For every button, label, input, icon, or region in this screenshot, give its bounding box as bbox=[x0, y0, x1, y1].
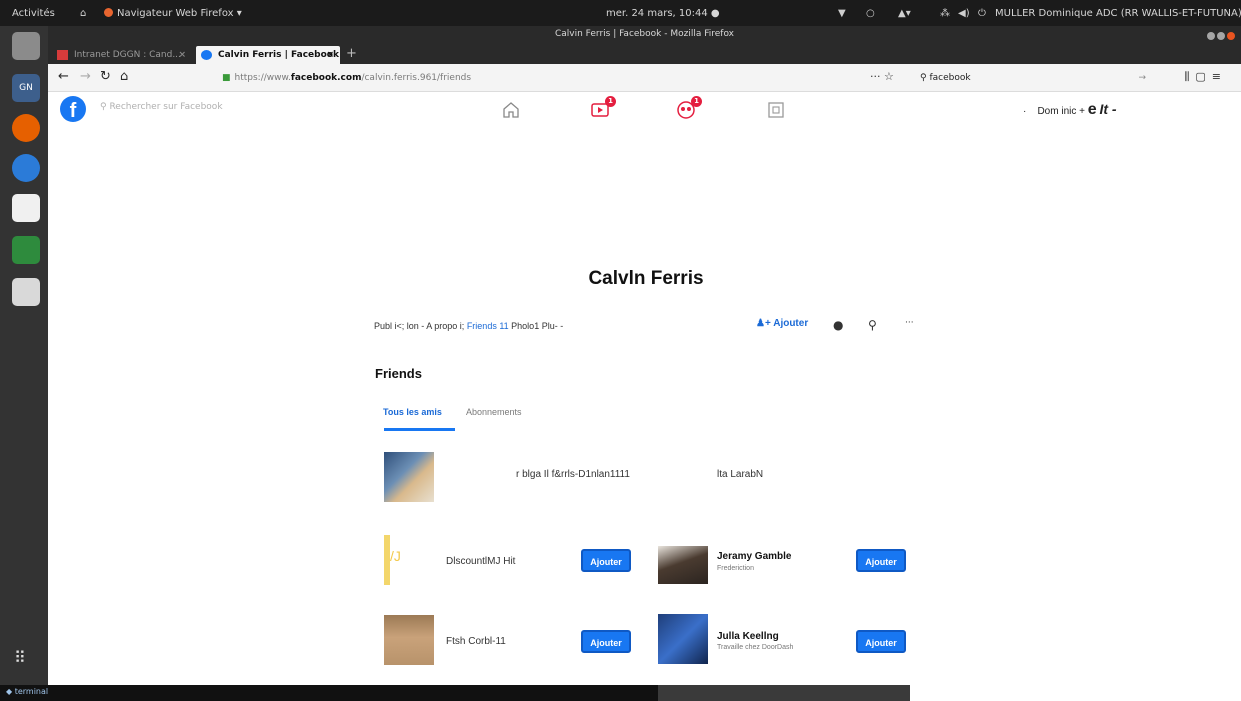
camera-icon[interactable] bbox=[12, 278, 40, 306]
tab-following[interactable]: Abonnements bbox=[466, 407, 522, 417]
calc-icon[interactable] bbox=[12, 236, 40, 264]
friend-name[interactable]: Julla Keellng bbox=[717, 631, 779, 642]
reload-button[interactable]: ↻ bbox=[100, 69, 111, 84]
add-friend-button[interactable]: Ajouter bbox=[856, 630, 906, 653]
writer-icon[interactable] bbox=[12, 194, 40, 222]
friend-name[interactable]: Ftsh Corbl-11 bbox=[446, 636, 506, 647]
more-options-button[interactable]: ··· bbox=[905, 318, 914, 328]
minimize-button[interactable] bbox=[1207, 32, 1215, 40]
facebook-favicon-icon bbox=[201, 50, 212, 60]
activities-button[interactable]: Activités bbox=[12, 8, 55, 19]
ubuntu-dock: GN ⠿ bbox=[0, 26, 48, 685]
friend-name[interactable]: Jeramy Gamble bbox=[717, 551, 792, 562]
toolbar-icons[interactable]: ⫼▢≡ bbox=[1184, 70, 1227, 84]
add-user-icon: ♟+ bbox=[756, 318, 774, 329]
messenger-icon[interactable]: ● bbox=[833, 318, 843, 332]
app-menu[interactable]: Navigateur Web Firefox ▾ bbox=[104, 8, 242, 19]
notification-badge: 1 bbox=[691, 96, 702, 107]
add-friend-button[interactable]: ♟+ Ajouter bbox=[756, 318, 808, 329]
clock[interactable]: mer. 24 mars, 10:44 ● bbox=[606, 8, 720, 19]
network-icon[interactable]: ⁂ bbox=[940, 8, 950, 19]
gnome-top-bar: Activités ⌂ Navigateur Web Firefox ▾ mer… bbox=[0, 0, 1241, 26]
taskbar-item[interactable]: ◆ terminal bbox=[6, 687, 48, 696]
terminal-icon: ◆ bbox=[6, 687, 15, 696]
friend-subtitle: Frederiction bbox=[717, 565, 754, 572]
maximize-button[interactable] bbox=[1217, 32, 1225, 40]
profile-search-icon[interactable]: ⚲ bbox=[868, 318, 877, 332]
profile-name: Calvln Ferris bbox=[588, 268, 704, 289]
window-titlebar[interactable]: Calvin Ferris | Facebook - Mozilla Firef… bbox=[48, 26, 1241, 44]
friend-avatar[interactable] bbox=[384, 615, 434, 665]
friend-subtitle: Travaille chez DoorDash bbox=[717, 644, 794, 651]
volume-icon[interactable]: ◀) bbox=[958, 8, 970, 19]
firefox-icon bbox=[104, 8, 113, 17]
friend-avatar[interactable] bbox=[384, 452, 434, 502]
url-bar[interactable]: ■ https://www.facebook.com/calvin.ferris.… bbox=[222, 69, 882, 87]
forward-button[interactable]: → bbox=[80, 69, 91, 84]
active-tab-indicator bbox=[384, 428, 455, 431]
friend-avatar[interactable] bbox=[658, 546, 708, 584]
taskbar-panel bbox=[658, 685, 910, 701]
close-tab-icon[interactable]: × bbox=[178, 46, 186, 64]
tab-facebook[interactable]: Calvin Ferris | Facebook × bbox=[196, 46, 340, 64]
facebook-logo-icon[interactable]: f bbox=[60, 96, 86, 122]
video-icon[interactable]: 1 bbox=[590, 96, 616, 120]
drive-icon[interactable]: ▲▾ bbox=[898, 8, 911, 19]
friend-avatar[interactable] bbox=[658, 614, 708, 664]
home-icon[interactable] bbox=[501, 100, 521, 120]
tab-intranet[interactable]: Intranet DGGN : Cand... × bbox=[52, 46, 192, 64]
add-friend-button[interactable]: Ajouter bbox=[581, 549, 631, 572]
account-menu[interactable]: · Dom inic + e It - bbox=[1023, 101, 1117, 119]
intranet-app-icon[interactable] bbox=[12, 32, 40, 60]
notification-badge: 1 bbox=[605, 96, 616, 107]
close-tab-icon[interactable]: × bbox=[326, 46, 334, 64]
friend-name[interactable]: r blga Il f&rrls-D1nlan1111 bbox=[516, 469, 630, 480]
close-window-button[interactable] bbox=[1227, 32, 1235, 40]
add-friend-button[interactable]: Ajouter bbox=[856, 549, 906, 572]
home-icon[interactable]: ⌂ bbox=[80, 8, 86, 19]
gaming-icon[interactable] bbox=[766, 100, 786, 120]
thunderbird-icon[interactable] bbox=[12, 154, 40, 182]
circle-icon[interactable]: ○ bbox=[866, 8, 875, 19]
intranet-favicon-icon bbox=[57, 50, 68, 60]
show-apps-icon[interactable]: ⠿ bbox=[14, 648, 26, 667]
groups-icon[interactable]: 1 bbox=[676, 96, 702, 120]
taskbar-strip: ◆ terminal bbox=[0, 685, 910, 701]
add-friend-button[interactable]: Ajouter bbox=[581, 630, 631, 653]
friends-heading: Friends bbox=[375, 366, 422, 381]
facebook-search-input[interactable]: ⚲ Rechercher sur Facebook bbox=[100, 102, 223, 112]
firefox-icon[interactable] bbox=[12, 114, 40, 142]
avatar-text: /J bbox=[390, 548, 401, 564]
home-button[interactable]: ⌂ bbox=[120, 69, 128, 84]
search-bar[interactable]: ⚲ facebook → bbox=[920, 69, 1148, 87]
facebook-header: f ⚲ Rechercher sur Facebook 1 1 · Dom in… bbox=[48, 92, 1241, 128]
tab-friends[interactable]: Friends 11 bbox=[467, 321, 509, 331]
new-tab-button[interactable]: + bbox=[346, 46, 357, 62]
back-button[interactable]: ← bbox=[58, 69, 69, 84]
page-actions-icon[interactable]: ··· ☆ bbox=[870, 70, 894, 83]
tab-bar: Intranet DGGN : Cand... × Calvin Ferris … bbox=[48, 44, 1241, 64]
profile-tabs[interactable]: Publ i<; lon - A propo i; Friends 11 Pho… bbox=[374, 321, 563, 331]
pin-icon[interactable]: ▼ bbox=[838, 8, 846, 19]
friend-name[interactable]: DlscountlMJ Hit bbox=[446, 556, 515, 567]
lock-icon: ■ bbox=[222, 73, 231, 83]
power-icon[interactable]: ⏻ bbox=[978, 8, 986, 19]
user-menu[interactable]: MULLER Dominique ADC (RR WALLIS-ET-FUTUN… bbox=[995, 8, 1241, 19]
window-title: Calvin Ferris | Facebook - Mozilla Firef… bbox=[554, 29, 734, 39]
navigation-toolbar: ← → ↻ ⌂ ■ https://www.facebook.com/calvin… bbox=[48, 64, 1241, 92]
friend-name[interactable]: lta LarabN bbox=[717, 469, 763, 480]
tab-all-friends[interactable]: Tous les amis bbox=[383, 407, 442, 417]
gn-app-icon[interactable]: GN bbox=[12, 74, 40, 102]
search-go-icon[interactable]: → bbox=[1138, 69, 1146, 87]
